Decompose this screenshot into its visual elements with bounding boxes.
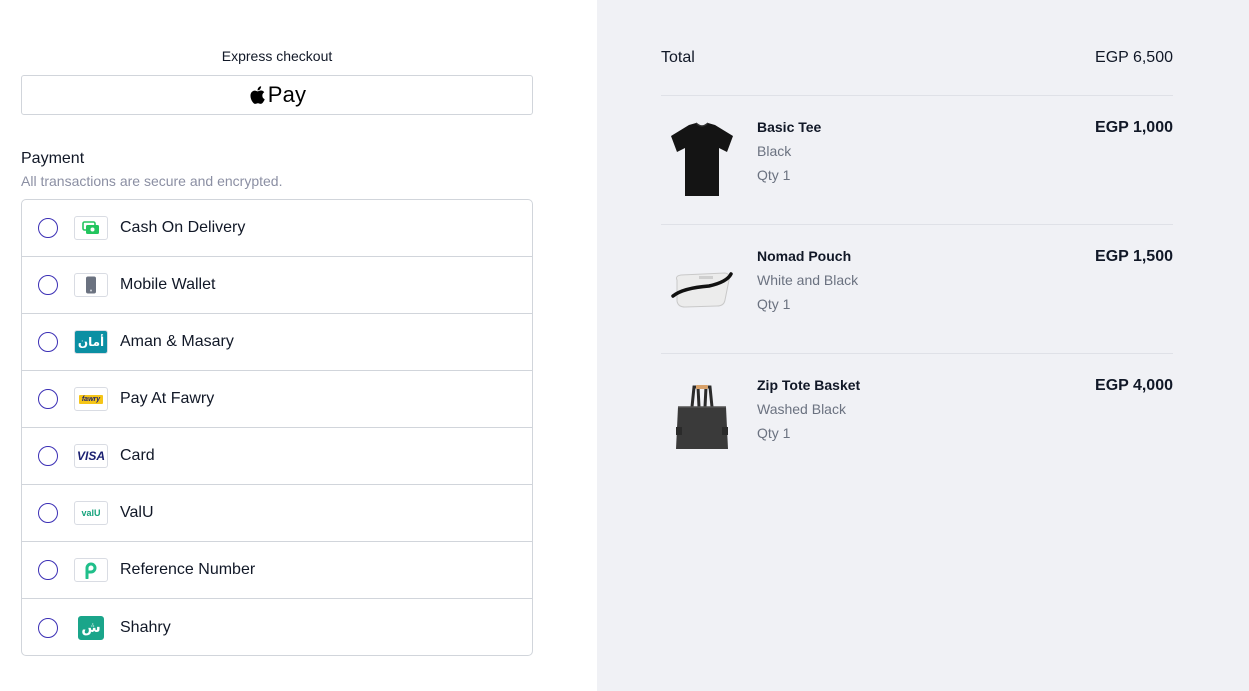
visa-icon: VISA	[74, 444, 108, 468]
fawry-icon: fawry	[74, 387, 108, 411]
aman-logo-text: أمان	[77, 335, 105, 349]
payment-method-label: ValU	[120, 504, 154, 521]
payment-method-aman-masary[interactable]: أمان Aman & Masary	[22, 314, 532, 371]
payment-method-pay-at-fawry[interactable]: fawry Pay At Fawry	[22, 371, 532, 428]
radio-button[interactable]	[38, 275, 58, 295]
radio-button[interactable]	[38, 389, 58, 409]
radio-button[interactable]	[38, 218, 58, 238]
aman-icon: أمان	[74, 330, 108, 354]
payment-method-reference-number[interactable]: Reference Number	[22, 542, 532, 599]
payment-method-label: Cash On Delivery	[120, 219, 246, 236]
payment-method-cash-on-delivery[interactable]: Cash On Delivery	[22, 200, 532, 257]
item-name: Basic Tee	[757, 119, 822, 135]
payment-panel: Express checkout Pay Payment All transac…	[0, 0, 597, 691]
radio-button[interactable]	[38, 332, 58, 352]
divider	[661, 224, 1173, 225]
payment-method-label: Card	[120, 447, 155, 464]
radio-button[interactable]	[38, 503, 58, 523]
item-name: Zip Tote Basket	[757, 377, 861, 393]
item-price: EGP 4,000	[1095, 377, 1173, 394]
divider	[661, 95, 1173, 96]
payment-method-card[interactable]: VISA Card	[22, 428, 532, 485]
payment-method-label: Reference Number	[120, 561, 256, 578]
radio-button[interactable]	[38, 446, 58, 466]
order-summary-panel: Total EGP 6,500 Basic Tee Black Qty 1 EG…	[597, 0, 1249, 691]
divider	[661, 353, 1173, 354]
valu-icon: valU	[74, 501, 108, 525]
payment-method-label: Mobile Wallet	[120, 276, 216, 293]
valu-logo-text: valU	[81, 508, 101, 518]
radio-button[interactable]	[38, 617, 58, 638]
apple-pay-label: Pay	[267, 82, 307, 107]
item-variant: Washed Black	[757, 401, 846, 417]
payment-title: Payment	[21, 150, 85, 167]
apple-pay-button[interactable]: Pay	[21, 75, 533, 115]
item-variant: White and Black	[757, 272, 859, 288]
white-pouch-image	[661, 248, 743, 330]
item-variant: Black	[757, 143, 792, 159]
shahry-icon: ش	[78, 615, 104, 640]
black-tshirt-image	[661, 119, 743, 201]
payment-method-label: Aman & Masary	[120, 333, 234, 350]
apple-logo-icon	[250, 86, 265, 104]
total-label: Total	[661, 49, 695, 66]
payment-method-label: Pay At Fawry	[120, 390, 215, 407]
item-price: EGP 1,500	[1095, 248, 1173, 265]
express-checkout-title: Express checkout	[221, 48, 333, 64]
payment-method-shahry[interactable]: ش Shahry	[22, 599, 532, 655]
item-qty: Qty 1	[757, 296, 791, 312]
black-tote-image	[661, 377, 743, 459]
radio-button[interactable]	[38, 560, 58, 580]
order-item: Zip Tote Basket Washed Black Qty 1 EGP 4…	[661, 377, 1173, 477]
payment-method-label: Shahry	[120, 618, 171, 636]
cash-icon	[74, 216, 108, 240]
payment-methods-list: Cash On Delivery Mobile Wallet أمان Aman…	[21, 199, 533, 656]
payment-subtitle: All transactions are secure and encrypte…	[21, 173, 283, 189]
payment-method-mobile-wallet[interactable]: Mobile Wallet	[22, 257, 532, 314]
reference-icon	[74, 558, 108, 582]
item-qty: Qty 1	[757, 167, 791, 183]
item-price: EGP 1,000	[1095, 119, 1173, 136]
order-item: Basic Tee Black Qty 1 EGP 1,000	[661, 119, 1173, 219]
visa-logo-text: VISA	[76, 449, 105, 463]
shahry-logo-text: ش	[81, 619, 101, 636]
total-value: EGP 6,500	[1095, 49, 1173, 66]
item-name: Nomad Pouch	[757, 248, 852, 264]
payment-method-valu[interactable]: valU ValU	[22, 485, 532, 542]
order-item: Nomad Pouch White and Black Qty 1 EGP 1,…	[661, 248, 1173, 348]
fawry-logo-text: fawry	[78, 394, 104, 404]
item-qty: Qty 1	[757, 425, 791, 441]
mobile-wallet-icon	[74, 273, 108, 297]
